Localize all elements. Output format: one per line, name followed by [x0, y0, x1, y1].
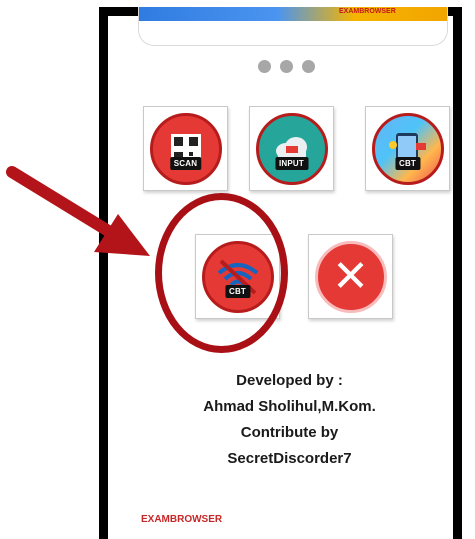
developed-by-label: Developed by :	[236, 372, 343, 389]
input-label: INPUT	[275, 156, 308, 170]
cbt-device-icon: CBT	[371, 112, 444, 185]
page-dot[interactable]	[302, 60, 315, 73]
page-dot[interactable]	[258, 60, 271, 73]
cloud-input-icon: INPUT	[255, 112, 328, 185]
cbt-button[interactable]: CBT	[365, 106, 450, 191]
close-icon: ✕	[314, 240, 387, 313]
top-banner: EXAMBROWSER	[138, 7, 448, 46]
close-app-button[interactable]: ✕	[308, 234, 393, 319]
annotation-arrow-icon	[6, 166, 150, 256]
close-x-glyph: ✕	[332, 251, 369, 301]
scan-label: SCAN	[169, 156, 202, 170]
footer-logo: EXAMBROWSER	[141, 514, 223, 525]
banner-logo: EXAMBROWSER	[339, 8, 396, 15]
credits-block: Developed by : Ahmad Sholihul,M.Kom. Con…	[108, 368, 471, 472]
input-button[interactable]: INPUT	[249, 106, 334, 191]
highlight-ellipse	[155, 193, 288, 353]
cbt-label: CBT	[394, 156, 421, 170]
page-dot[interactable]	[280, 60, 293, 73]
developer-name: Ahmad Sholihul,M.Kom.	[203, 398, 376, 415]
qr-scan-icon: SCAN	[149, 112, 222, 185]
contribute-by-label: Contribute by	[240, 424, 339, 441]
contributor-name: SecretDiscorder7	[227, 450, 352, 467]
pagination-dots	[258, 60, 315, 73]
banner-strip	[139, 7, 447, 21]
